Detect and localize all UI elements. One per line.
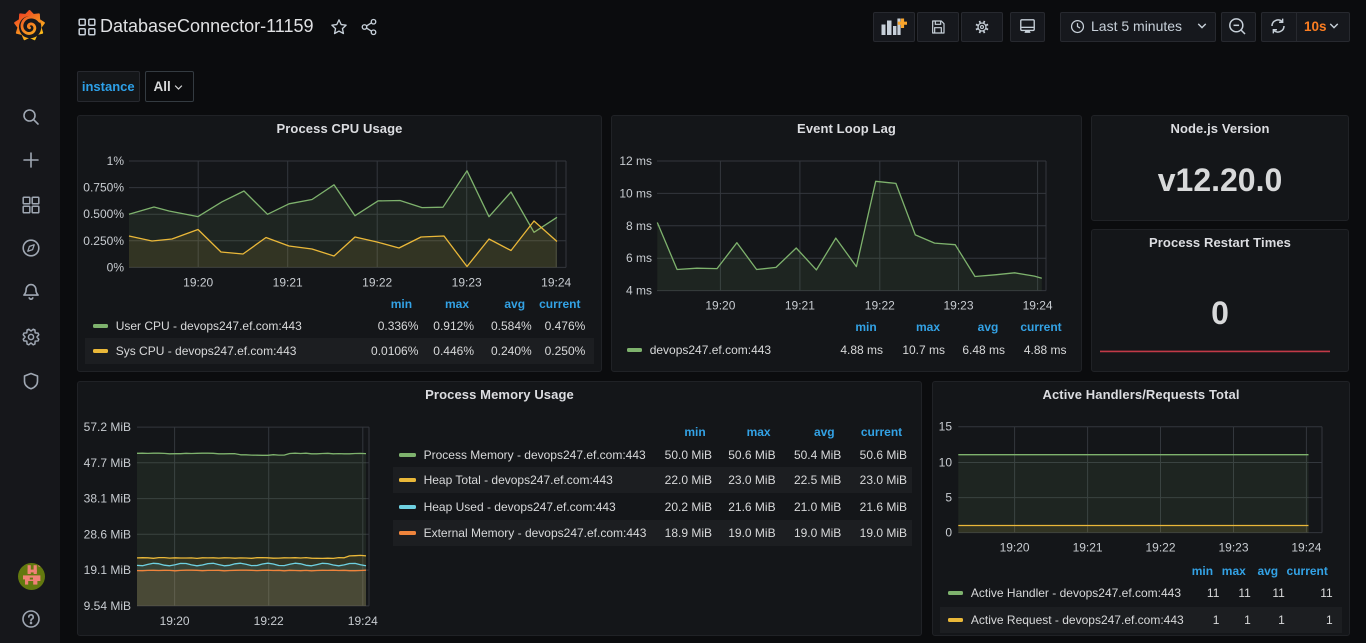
svg-text:0.250%: 0.250% xyxy=(83,234,124,248)
svg-text:6 ms: 6 ms xyxy=(626,251,652,265)
svg-text:19:24: 19:24 xyxy=(1023,299,1053,313)
svg-text:12 ms: 12 ms xyxy=(619,154,652,168)
svg-text:19:22: 19:22 xyxy=(865,299,895,313)
svg-text:5: 5 xyxy=(945,491,952,505)
svg-text:19:22: 19:22 xyxy=(1145,541,1175,555)
svg-text:19:21: 19:21 xyxy=(1073,541,1103,555)
svg-text:10: 10 xyxy=(939,456,953,470)
svg-text:19:23: 19:23 xyxy=(1218,541,1248,555)
svg-text:19:23: 19:23 xyxy=(452,275,482,289)
svg-text:15: 15 xyxy=(939,420,953,434)
svg-text:19:22: 19:22 xyxy=(362,275,392,289)
svg-text:19:20: 19:20 xyxy=(183,275,213,289)
svg-text:19:20: 19:20 xyxy=(705,299,735,313)
svg-text:9.54 MiB: 9.54 MiB xyxy=(84,599,131,613)
svg-text:19:24: 19:24 xyxy=(1291,541,1321,555)
svg-text:19:20: 19:20 xyxy=(1000,541,1030,555)
svg-text:8 ms: 8 ms xyxy=(626,219,652,233)
svg-text:19:21: 19:21 xyxy=(273,275,303,289)
svg-text:1%: 1% xyxy=(107,154,125,168)
svg-text:19:24: 19:24 xyxy=(541,275,571,289)
svg-text:0.500%: 0.500% xyxy=(83,207,124,221)
svg-text:19:21: 19:21 xyxy=(785,299,815,313)
svg-text:19:23: 19:23 xyxy=(943,299,973,313)
svg-text:19:20: 19:20 xyxy=(160,614,190,628)
svg-text:19:24: 19:24 xyxy=(348,614,378,628)
svg-text:28.6 MiB: 28.6 MiB xyxy=(84,527,131,541)
svg-text:0%: 0% xyxy=(107,260,125,274)
svg-text:57.2 MiB: 57.2 MiB xyxy=(84,420,131,434)
svg-text:0.750%: 0.750% xyxy=(83,181,124,195)
svg-text:0: 0 xyxy=(945,526,952,540)
svg-text:19.1 MiB: 19.1 MiB xyxy=(84,563,131,577)
svg-text:10 ms: 10 ms xyxy=(619,186,652,200)
svg-text:4 ms: 4 ms xyxy=(626,284,652,298)
svg-text:47.7 MiB: 47.7 MiB xyxy=(84,456,131,470)
svg-text:38.1 MiB: 38.1 MiB xyxy=(84,492,131,506)
svg-text:19:22: 19:22 xyxy=(254,614,284,628)
